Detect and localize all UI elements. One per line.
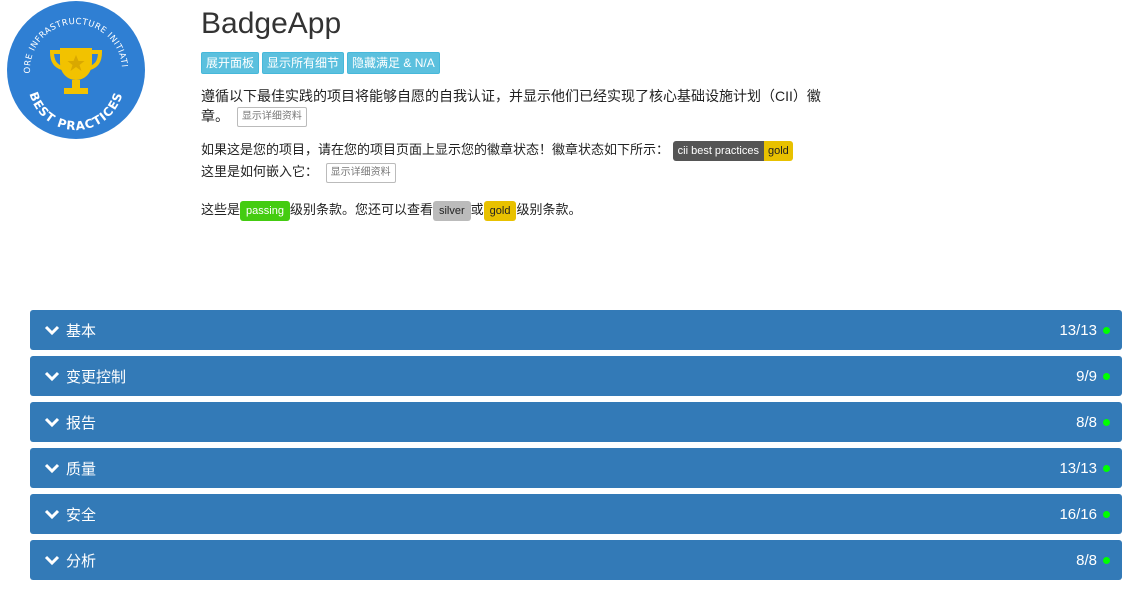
panel-label: 安全	[66, 506, 97, 524]
panel-quality[interactable]: 质量 13/13	[30, 448, 1122, 488]
show-all-details-button[interactable]: 显示所有细节	[262, 52, 345, 74]
chevron-down-icon	[44, 555, 60, 566]
levels-or: 或	[470, 202, 484, 218]
status-section: 如果这是您的项目，请在您的项目页面上显示您的徽章状态！徽章状态如下所示： cii…	[201, 139, 1101, 183]
chevron-down-icon	[44, 325, 60, 336]
chevron-down-icon	[44, 463, 60, 474]
header: BadgeApp 展开面板 显示所有细节 隐藏满足 & N/A 遵循以下最佳实践的项…	[201, 4, 1101, 221]
levels-line: 这些是 passing 级别条款。您还可以查看 silver 或 gold 级别条款。	[201, 199, 1101, 221]
status-dot-icon	[1103, 372, 1110, 380]
panel-reporting[interactable]: 报告 8/8	[30, 402, 1122, 442]
panel-label: 分析	[66, 552, 97, 570]
criteria-panels: 基本 13/13 变更控制 9/9 报告 8/8 质量 13/13 安全 16/…	[30, 310, 1122, 586]
panel-analysis[interactable]: 分析 8/8	[30, 540, 1122, 580]
intro-show-details-button[interactable]: 显示详细资料	[236, 107, 307, 128]
panel-security[interactable]: 安全 16/16	[30, 494, 1122, 534]
status-text: 如果这是您的项目，请在您的项目页面上显示您的徽章状态！徽章状态如下所示：	[201, 142, 670, 158]
silver-level-link[interactable]: silver	[432, 200, 471, 221]
levels-middle: 级别条款。您还可以查看	[289, 202, 433, 218]
panel-change-control[interactable]: 变更控制 9/9	[30, 356, 1122, 396]
chevron-down-icon	[44, 509, 60, 520]
status-badge-label: cii best practices	[672, 140, 764, 161]
chevron-down-icon	[44, 417, 60, 428]
passing-level-link[interactable]: passing	[240, 200, 290, 221]
panel-count: 13/13	[1059, 321, 1097, 339]
embed-text: 这里是如何嵌入它：	[201, 164, 319, 180]
gold-level-link[interactable]: gold	[483, 200, 517, 221]
panel-count: 9/9	[1076, 367, 1097, 385]
status-dot-icon	[1103, 464, 1110, 472]
chevron-down-icon	[44, 371, 60, 382]
status-badge-level: gold	[763, 140, 793, 161]
panel-label: 报告	[66, 414, 97, 432]
levels-prefix: 这些是	[201, 202, 241, 218]
panel-label: 变更控制	[66, 368, 127, 386]
status-dot-icon	[1103, 510, 1110, 518]
status-dot-icon	[1103, 418, 1110, 426]
panel-count: 13/13	[1059, 459, 1097, 477]
toolbar: 展开面板 显示所有细节 隐藏满足 & N/A	[201, 52, 1101, 74]
panel-count: 8/8	[1076, 413, 1097, 431]
panel-count: 16/16	[1059, 505, 1097, 523]
panel-count: 8/8	[1076, 551, 1097, 569]
page-title: BadgeApp	[201, 7, 342, 40]
status-dot-icon	[1103, 326, 1110, 334]
levels-suffix: 级别条款。	[516, 202, 582, 218]
cii-best-practices-logo: CORE INFRASTRUCTURE INITIATIVE BEST PRAC…	[6, 0, 146, 158]
expand-panels-button[interactable]: 展开面板	[201, 52, 260, 74]
intro-paragraph: 遵循以下最佳实践的项目将能够自愿的自我认证，并显示他们已经实现了核心基础设施计划…	[201, 86, 841, 128]
panel-label: 基本	[66, 322, 97, 340]
hide-met-na-button[interactable]: 隐藏满足 & N/A	[347, 52, 440, 74]
panel-basics[interactable]: 基本 13/13	[30, 310, 1122, 350]
embed-show-details-button[interactable]: 显示详细资料	[325, 162, 396, 183]
status-badge: cii best practices gold	[672, 140, 793, 161]
panel-label: 质量	[66, 460, 97, 478]
status-dot-icon	[1103, 556, 1110, 564]
